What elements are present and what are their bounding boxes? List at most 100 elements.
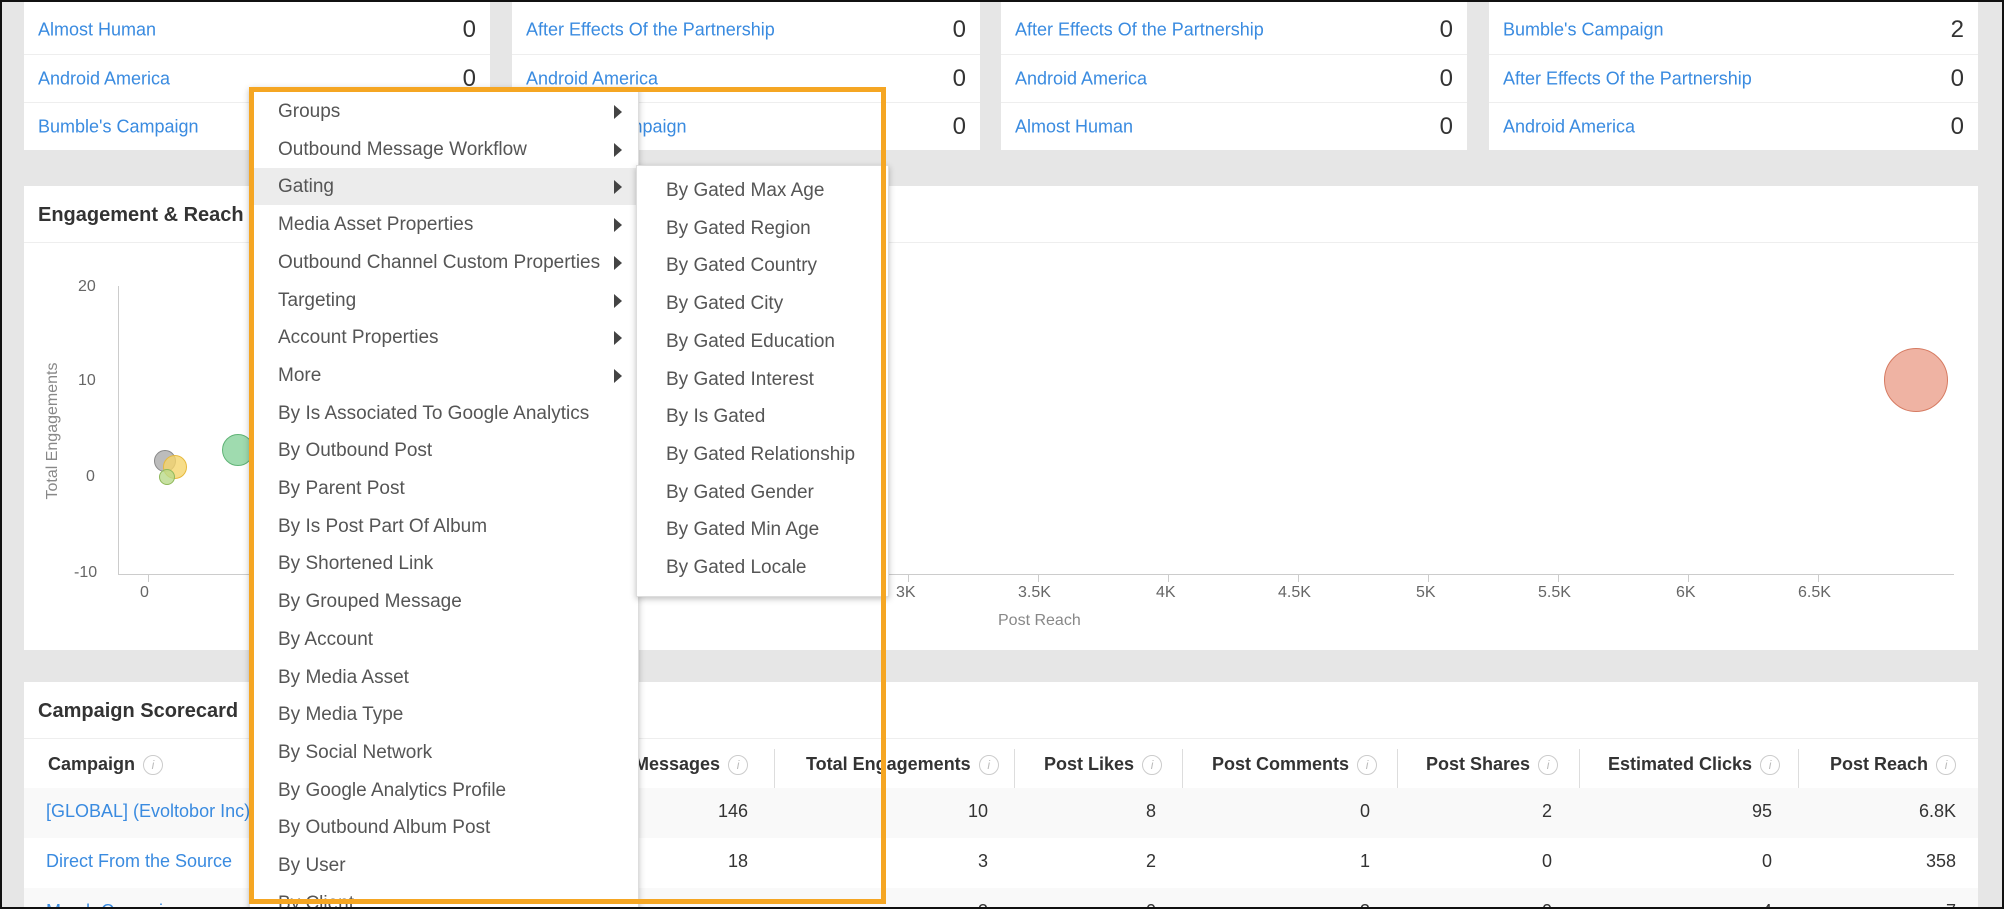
x-tick-mark xyxy=(1038,574,1039,582)
x-tick: 5.5K xyxy=(1538,584,1571,601)
campaign-link[interactable]: After Effects Of the Partnership xyxy=(526,18,775,43)
campaign-link[interactable]: After Effects Of the Partnership xyxy=(1503,67,1752,92)
menu-item[interactable]: By Is Associated To Google Analytics xyxy=(250,395,638,432)
menu-item-label: Targeting xyxy=(278,289,357,311)
menu-item[interactable]: More xyxy=(250,357,638,394)
submenu-item[interactable]: By Gated Max Age xyxy=(637,172,888,209)
menu-item[interactable]: By Client xyxy=(250,885,638,909)
submenu-item-label: By Gated Interest xyxy=(666,368,814,390)
submenu-item[interactable]: By Gated Locale xyxy=(637,549,888,586)
menu-item-label: Groups xyxy=(278,101,341,122)
campaign-link[interactable]: Android America xyxy=(1503,115,1635,140)
menu-item[interactable]: Outbound Channel Custom Properties xyxy=(250,244,638,281)
submenu-arrow-icon xyxy=(614,368,622,383)
menu-item-label: By Google Analytics Profile xyxy=(278,779,507,801)
count-value: 0 xyxy=(1439,16,1453,43)
col-post-shares[interactable]: Post Shares i xyxy=(1426,739,1559,789)
count-value: 0 xyxy=(1439,65,1453,92)
menu-item[interactable]: By Google Analytics Profile xyxy=(250,772,638,809)
submenu-item[interactable]: By Gated Gender xyxy=(637,474,888,511)
x-tick: 3.5K xyxy=(1018,584,1051,601)
col-post-likes[interactable]: Post Likes i xyxy=(1044,739,1163,789)
x-tick-mark xyxy=(1818,574,1819,582)
submenu-item[interactable]: By Gated Education xyxy=(637,323,888,360)
cell-engagements: 3 xyxy=(978,901,988,907)
info-icon[interactable]: i xyxy=(978,755,999,776)
col-divider xyxy=(1579,749,1580,789)
list-item: Almost Human 0 xyxy=(24,6,490,54)
info-icon[interactable]: i xyxy=(1538,755,1559,776)
info-icon[interactable]: i xyxy=(728,755,749,776)
menu-item[interactable]: By Outbound Album Post xyxy=(250,809,638,846)
campaign-link[interactable]: Almost Human xyxy=(38,18,156,43)
scorecard-title: Campaign Scorecard xyxy=(38,700,239,722)
menu-item[interactable]: By Parent Post xyxy=(250,470,638,507)
menu-item[interactable]: Groups xyxy=(250,93,638,130)
campaign-link[interactable]: Bumble's Campaign xyxy=(38,115,199,140)
x-tick: 6K xyxy=(1676,584,1696,601)
submenu-item[interactable]: By Gated Country xyxy=(637,247,888,284)
menu-item[interactable]: Targeting xyxy=(250,282,638,319)
menu-item[interactable]: By Grouped Message xyxy=(250,583,638,620)
submenu-item-label: By Gated Min Age xyxy=(666,519,820,541)
menu-item[interactable]: By Is Post Part Of Album xyxy=(250,508,638,545)
col-total-engagements[interactable]: Total Engagements i xyxy=(806,739,999,789)
menu-item[interactable]: By Outbound Post xyxy=(250,432,638,469)
menu-item[interactable]: Gating xyxy=(250,168,638,206)
campaign-link[interactable]: March Campaign xyxy=(46,901,183,907)
menu-item[interactable]: By Media Asset xyxy=(250,659,638,696)
submenu-item-label: By Is Gated xyxy=(666,406,766,428)
menu-item[interactable]: By Social Network xyxy=(250,734,638,771)
submenu-arrow-icon xyxy=(614,218,622,233)
menu-item-label: By User xyxy=(278,855,346,876)
list-item: Bumble's Campaign 2 xyxy=(1489,6,1978,54)
submenu-item[interactable]: By Gated Min Age xyxy=(637,511,888,548)
menu-item[interactable]: By Shortened Link xyxy=(250,545,638,582)
info-icon[interactable]: i xyxy=(1936,755,1957,776)
info-icon[interactable]: i xyxy=(1357,755,1378,776)
menu-item[interactable]: By User xyxy=(250,847,638,884)
menu-item[interactable]: Outbound Message Workflow xyxy=(250,131,638,168)
col-post-comments[interactable]: Post Comments i xyxy=(1212,739,1378,789)
menu-item-label: By Media Type xyxy=(278,704,404,726)
info-icon[interactable]: i xyxy=(1142,755,1163,776)
campaign-link[interactable]: Direct From the Source xyxy=(46,851,232,872)
menu-item[interactable]: Account Properties xyxy=(250,319,638,356)
col-estimated-clicks[interactable]: Estimated Clicks i xyxy=(1608,739,1781,789)
count-value: 0 xyxy=(1439,113,1453,140)
count-value: 0 xyxy=(952,16,966,43)
cell-clicks: 95 xyxy=(1751,801,1772,821)
campaign-link[interactable]: Android America xyxy=(38,67,170,92)
menu-item[interactable]: By Media Type xyxy=(250,696,638,733)
col-messages[interactable]: Messages i xyxy=(634,739,749,789)
x-tick-mark xyxy=(1168,574,1169,582)
submenu-item[interactable]: By Is Gated xyxy=(637,398,888,435)
info-icon[interactable]: i xyxy=(143,755,164,776)
submenu-item[interactable]: By Gated Region xyxy=(637,210,888,247)
list-item: Android America 0 xyxy=(1001,54,1467,103)
chart-bubble[interactable] xyxy=(159,469,175,485)
list-item: After Effects Of the Partnership 0 xyxy=(512,6,980,54)
campaign-link[interactable]: After Effects Of the Partnership xyxy=(1015,18,1264,43)
campaign-link[interactable]: Android America xyxy=(1015,67,1147,92)
chart-bubble[interactable] xyxy=(1884,348,1948,412)
menu-item[interactable]: Media Asset Properties xyxy=(250,206,638,243)
submenu-item[interactable]: By Gated Interest xyxy=(637,361,888,398)
cell-comments: 1 xyxy=(1359,851,1370,871)
submenu-item[interactable]: By Gated Relationship xyxy=(637,436,888,473)
x-tick-mark xyxy=(1428,574,1429,582)
info-icon[interactable]: i xyxy=(1760,755,1781,776)
x-tick: 4.5K xyxy=(1278,584,1311,601)
menu-item-label: By Shortened Link xyxy=(278,553,434,575)
campaign-link[interactable]: [GLOBAL] (Evoltobor Inc) xyxy=(46,801,250,822)
campaign-link[interactable]: Almost Human xyxy=(1015,115,1133,140)
menu-item[interactable]: By Account xyxy=(250,621,638,658)
campaign-link[interactable]: Bumble's Campaign xyxy=(1503,18,1664,43)
x-tick-mark xyxy=(1688,574,1689,582)
menu-item-label: By Client xyxy=(278,892,355,909)
col-campaign[interactable]: Campaign i xyxy=(48,739,164,789)
submenu-item[interactable]: By Gated City xyxy=(637,285,888,322)
cell-shares: 2 xyxy=(1541,801,1552,821)
col-post-reach[interactable]: Post Reach i xyxy=(1830,739,1957,789)
submenu-arrow-icon xyxy=(614,142,622,157)
